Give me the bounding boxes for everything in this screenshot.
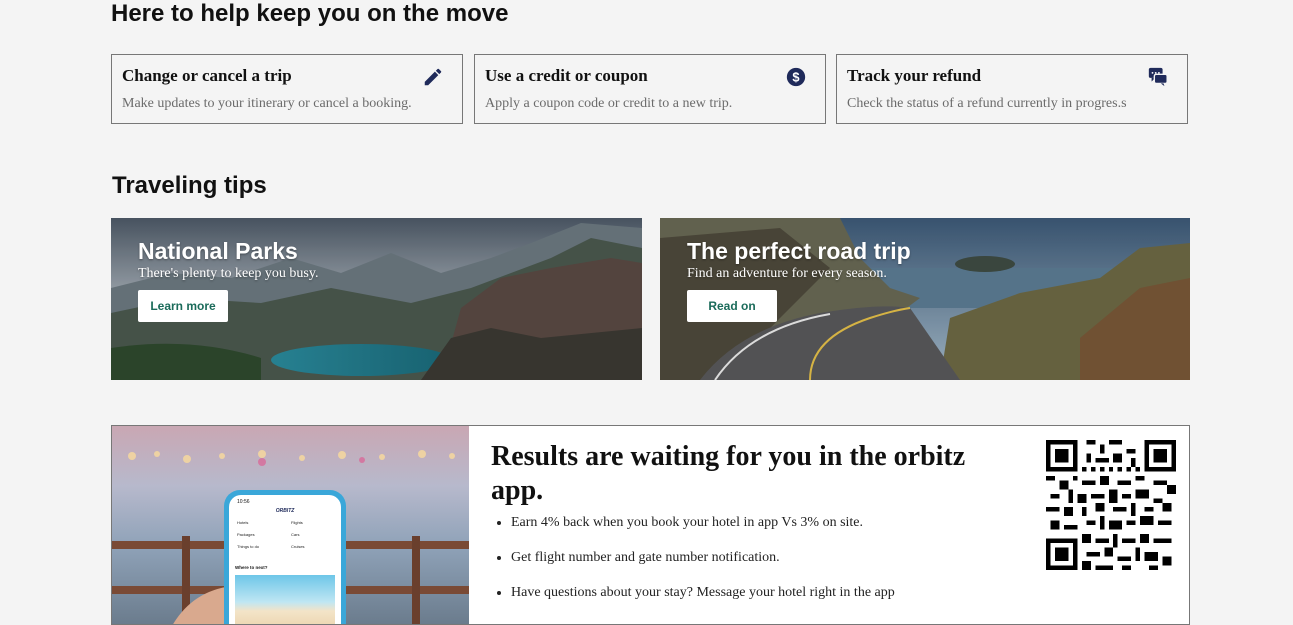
card-description: Apply a coupon code or credit to a new t… (485, 96, 733, 111)
promo-benefits-list: Earn 4% back when you book your hotel in… (500, 512, 895, 617)
dollar-coin-icon: $ (786, 67, 806, 87)
chat-bubbles-icon (1148, 67, 1168, 87)
help-heading: Here to help keep you on the move (111, 0, 509, 27)
phone-mockup: 10:56 ORBITZ Hotels Packages Things to d… (224, 490, 346, 624)
svg-text:$: $ (792, 70, 799, 85)
card-title: Change or cancel a trip (122, 66, 292, 85)
phone-beach-image (235, 575, 335, 624)
phone-brand-logo: ORBITZ (275, 508, 295, 514)
phone-menu-cruises: Cruises (291, 544, 305, 549)
app-promo-banner: 10:56 ORBITZ Hotels Packages Things to d… (111, 425, 1190, 625)
promo-benefit: Get flight number and gate number notifi… (511, 547, 895, 582)
phone-menu-cars: Cars (291, 532, 300, 537)
tip-subtitle: Find an adventure for every season. (687, 266, 887, 281)
national-parks-tip-card[interactable]: National Parks There's plenty to keep yo… (111, 218, 642, 380)
tip-title: The perfect road trip (687, 238, 911, 264)
app-promo-photo: 10:56 ORBITZ Hotels Packages Things to d… (112, 426, 469, 624)
card-description: Make updates to your itinerary or cancel… (122, 96, 412, 111)
promo-title: Results are waiting for you in the orbit… (491, 441, 966, 506)
phone-search-label: Where to next? (235, 565, 268, 570)
track-refund-card[interactable]: Track your refund Check the status of a … (836, 54, 1188, 124)
change-cancel-trip-card[interactable]: Change or cancel a trip Make updates to … (111, 54, 463, 124)
credit-coupon-card[interactable]: Use a credit or coupon Apply a coupon co… (474, 54, 826, 124)
phone-menu-flights: Flights (291, 520, 303, 525)
promo-benefit: Have questions about your stay? Message … (511, 582, 895, 617)
card-description: Check the status of a refund currently i… (847, 96, 1127, 111)
phone-status-time: 10:56 (237, 499, 250, 505)
tip-subtitle: There's plenty to keep you busy. (138, 266, 319, 281)
promo-benefit: Earn 4% back when you book your hotel in… (511, 512, 895, 547)
road-trip-tip-card[interactable]: The perfect road trip Find an adventure … (660, 218, 1190, 380)
pencil-icon (424, 68, 442, 86)
read-on-button[interactable]: Read on (687, 290, 777, 322)
card-title: Use a credit or coupon (485, 66, 648, 85)
tips-heading: Traveling tips (112, 172, 267, 199)
phone-menu-things: Things to do (237, 544, 260, 549)
card-title: Track your refund (847, 66, 982, 85)
phone-menu-packages: Packages (237, 532, 255, 537)
phone-menu-hotels: Hotels (237, 520, 249, 525)
qr-code (1046, 440, 1176, 570)
tip-title: National Parks (138, 238, 298, 264)
learn-more-button[interactable]: Learn more (138, 290, 228, 322)
